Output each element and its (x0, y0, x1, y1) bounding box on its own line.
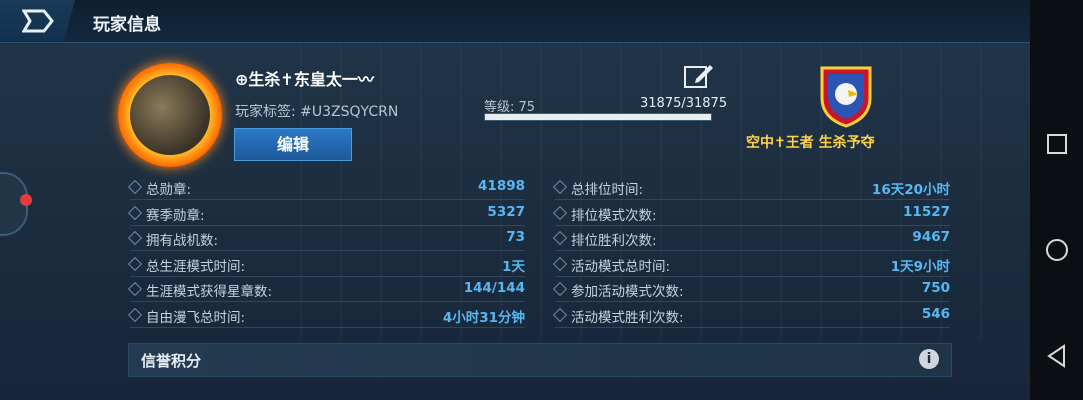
diamond-bullet-icon (552, 307, 568, 322)
stat-divider (555, 275, 950, 277)
back-button[interactable] (0, 0, 75, 42)
diamond-bullet-icon (127, 307, 143, 322)
left-stat-row: 总生涯模式时间: 1天 (127, 255, 525, 277)
stat-divider (130, 301, 525, 302)
stat-label: 总排位时间: (571, 182, 644, 198)
background (0, 0, 1030, 400)
diamond-bullet-icon (127, 281, 143, 297)
home-icon[interactable] (1044, 237, 1070, 263)
stat-value: 750 (921, 280, 950, 296)
back-nav-icon[interactable] (1044, 343, 1070, 369)
stat-divider (555, 326, 950, 328)
stat-divider (130, 275, 525, 277)
diamond-bullet-icon (552, 230, 568, 246)
badge-title: 空中✝王者 生杀予夺 (746, 135, 875, 151)
eagle-shield-badge-icon (820, 66, 872, 128)
stat-value: 1天 (502, 258, 525, 275)
credit-score-bar[interactable]: 信誉积分 i (128, 343, 952, 377)
diamond-bullet-icon (127, 179, 143, 195)
stat-value: 144/144 (463, 280, 525, 296)
stat-divider (555, 301, 950, 302)
right-stat-row: 活动模式胜利次数: 546 (552, 305, 950, 328)
stat-value: 73 (506, 229, 525, 245)
xp-value: 31875/31875 (640, 96, 728, 111)
diamond-bullet-icon (127, 256, 143, 271)
player-tag-label: 玩家标签: (235, 104, 296, 120)
stat-value: 41898 (478, 178, 525, 194)
diamond-bullet-icon (127, 230, 143, 246)
edit-button[interactable]: 编辑 (234, 128, 352, 161)
stat-divider (555, 199, 950, 200)
diamond-bullet-icon (552, 179, 568, 195)
right-stat-row: 排位胜利次数: 9467 (552, 229, 950, 251)
diamond-bullet-icon (552, 205, 568, 220)
right-stat-row: 总排位时间: 16天20小时 (552, 178, 950, 200)
left-stat-row: 总勋章: 41898 (127, 178, 525, 200)
left-stat-row: 赛季勋章: 5327 (127, 203, 525, 226)
stat-label: 拥有战机数: (146, 233, 219, 249)
diamond-bullet-icon (127, 205, 143, 220)
stat-label: 活动模式胜利次数: (571, 309, 684, 326)
player-tag-value: #U3ZSQYCRN (300, 104, 399, 120)
stat-divider (555, 224, 950, 226)
stat-value: 11527 (903, 203, 950, 220)
player-name: ⊕生杀✝东皇太一〰 (235, 70, 374, 89)
stat-label: 赛季勋章: (146, 207, 205, 224)
right-stat-row: 参加活动模式次数: 750 (552, 280, 950, 302)
recents-icon[interactable] (1044, 131, 1070, 157)
stat-value: 546 (921, 305, 950, 322)
stat-value: 4小时31分钟 (442, 309, 525, 326)
stat-divider (130, 326, 525, 328)
diamond-bullet-icon (552, 281, 568, 297)
xp-progress-bar (484, 113, 712, 121)
avatar-portrait (130, 75, 210, 155)
stat-label: 总勋章: (146, 182, 192, 198)
stat-value: 9467 (912, 229, 950, 245)
stat-divider (130, 224, 525, 226)
stat-divider (130, 199, 525, 200)
left-stat-row: 自由漫飞总时间: 4小时31分钟 (127, 306, 525, 328)
notification-dot (20, 194, 32, 206)
stat-value: 5327 (487, 203, 525, 220)
stat-divider (130, 250, 525, 251)
right-stat-row: 活动模式总时间: 1天9小时 (552, 255, 950, 277)
diamond-bullet-icon (552, 256, 568, 271)
system-nav-bar (1030, 0, 1083, 400)
stat-label: 参加活动模式次数: (571, 284, 684, 300)
stat-label: 自由漫飞总时间: (146, 309, 246, 326)
avatar[interactable] (118, 63, 222, 167)
stat-value: 1天9小时 (890, 258, 950, 275)
page-title: 玩家信息 (93, 15, 161, 35)
edit-pencil-icon[interactable] (684, 63, 714, 89)
stat-label: 总生涯模式时间: (146, 258, 246, 275)
left-stat-row: 生涯模式获得星章数: 144/144 (127, 280, 525, 302)
stat-label: 生涯模式获得星章数: (146, 284, 273, 300)
xp-progress-fill (485, 114, 711, 120)
stat-value: 16天20小时 (871, 182, 950, 198)
stat-divider (555, 250, 950, 251)
info-icon[interactable]: i (919, 349, 939, 369)
left-stat-row: 拥有战机数: 73 (127, 229, 525, 251)
player-tag: 玩家标签: #U3ZSQYCRN (235, 101, 398, 121)
logo-icon (22, 9, 54, 33)
right-stat-row: 排位模式次数: 11527 (552, 203, 950, 226)
stat-label: 活动模式总时间: (571, 258, 671, 275)
credit-score-label: 信誉积分 (141, 352, 202, 370)
stat-label: 排位模式次数: (571, 207, 657, 224)
stat-label: 排位胜利次数: (571, 233, 657, 249)
top-bar: 玩家信息 (0, 0, 1030, 43)
